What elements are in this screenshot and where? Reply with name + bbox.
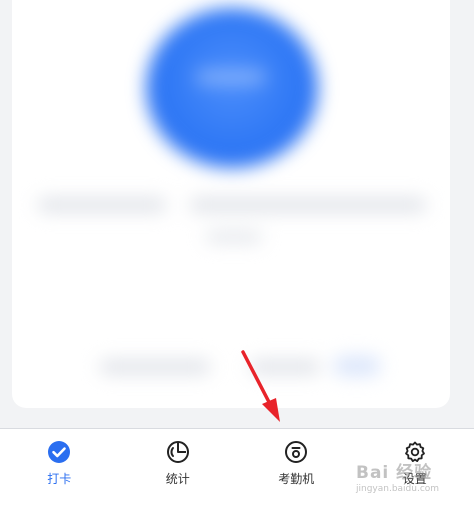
app-screen: 打卡 统计 考勤机 设置 Bai 经验 jingyan.baidu.com: [0, 0, 474, 508]
tab-label: 打卡: [47, 472, 72, 486]
watermark-main: Bai 经验: [356, 463, 433, 483]
tab-label: 统计: [165, 472, 190, 486]
blurred-content: [0, 0, 474, 430]
info-line: [250, 360, 320, 374]
check-circle-icon: [46, 439, 72, 465]
info-tag: [334, 356, 380, 376]
tab-label: 考勤机: [278, 472, 315, 486]
info-line: [206, 232, 262, 242]
pie-chart-icon: [165, 439, 191, 465]
tab-attendance-machine[interactable]: 考勤机: [237, 429, 356, 508]
tab-statistics[interactable]: 统计: [119, 429, 238, 508]
info-line: [100, 360, 210, 374]
watermark-sub: jingyan.baidu.com: [356, 484, 440, 494]
info-line: [38, 198, 166, 212]
info-line: [190, 198, 426, 212]
punch-button-label: [196, 70, 266, 84]
watermark: Bai 经验 jingyan.baidu.com: [356, 458, 466, 498]
tab-punch[interactable]: 打卡: [0, 429, 119, 508]
punch-button[interactable]: [146, 8, 318, 168]
attendance-machine-icon: [283, 439, 309, 465]
